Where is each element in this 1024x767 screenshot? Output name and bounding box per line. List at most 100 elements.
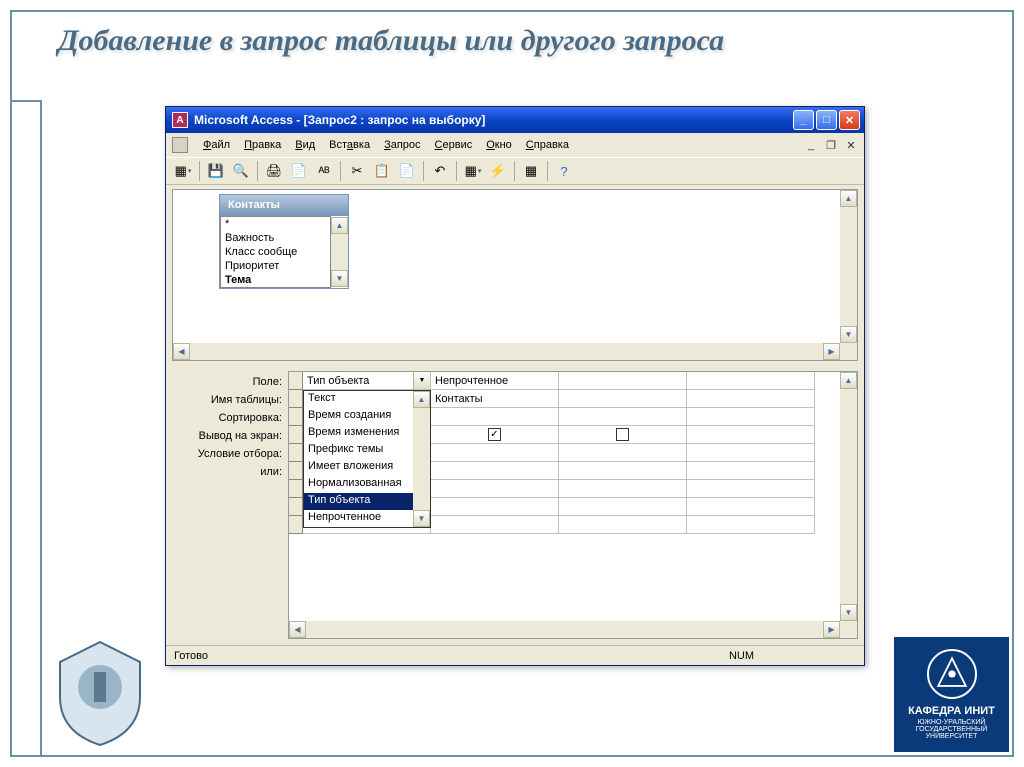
qbe-cell[interactable] [559,498,687,516]
menu-file[interactable]: Файл [196,137,237,153]
table-box-scrollbar[interactable]: ▲ ▼ [331,217,348,287]
save-button[interactable]: 💾 [205,160,227,182]
maximize-button[interactable]: □ [816,110,837,130]
qbe-scrollbar-v[interactable]: ▲ ▼ [840,372,857,621]
tables-pane[interactable]: Контакты * Важность Класс сообще Приорит… [172,189,858,361]
qbe-or-cell[interactable] [559,462,687,480]
qbe-cell[interactable] [687,480,815,498]
preview-button[interactable]: 📄 [288,160,310,182]
scroll-left-icon[interactable]: ◀ [173,343,190,360]
field-dropdown[interactable]: ТекстВремя созданияВремя измененияПрефик… [303,390,431,528]
mdi-restore[interactable]: ❐ [824,139,838,152]
menu-view[interactable]: Вид [288,137,322,153]
table-field-list[interactable]: * Важность Класс сообще Приоритет Тема [220,216,331,288]
qbe-cell[interactable] [431,516,559,534]
qbe-rowhead[interactable] [289,498,303,516]
scroll-right-icon[interactable]: ▶ [823,621,840,638]
dropdown-item[interactable]: Тип объекта [304,493,413,510]
print-button[interactable]: 🖨 [263,160,285,182]
qbe-rowhead[interactable] [289,462,303,480]
qbe-table-cell[interactable] [687,390,815,408]
dropdown-item[interactable]: Время изменения [304,425,413,442]
mdi-close[interactable]: ✕ [844,139,858,152]
dropdown-item[interactable]: Префикс темы [304,442,413,459]
dropdown-item[interactable]: Имеет вложения [304,459,413,476]
qbe-show-cell[interactable] [687,426,815,444]
mdi-minimize[interactable]: _ [804,139,818,152]
qbe-show-cell[interactable]: ✓ [431,426,559,444]
close-button[interactable]: ✕ [839,110,860,130]
dropdown-button-icon[interactable]: ▼ [413,372,430,389]
qbe-table-cell[interactable] [559,390,687,408]
titlebar[interactable]: A Microsoft Access - [Запрос2 : запрос н… [166,107,864,133]
table-box-contacts[interactable]: Контакты * Важность Класс сообще Приорит… [219,194,349,289]
view-button[interactable]: ▦▾ [172,160,194,182]
scroll-up-icon[interactable]: ▲ [331,217,348,234]
menu-query[interactable]: Запрос [377,137,427,153]
table-field[interactable]: Важность [221,231,330,245]
scroll-up-icon[interactable]: ▲ [413,391,430,408]
qbe-criteria-cell[interactable] [687,444,815,462]
dropdown-item[interactable]: Нормализованная [304,476,413,493]
table-field[interactable]: Приоритет [221,259,330,273]
dropdown-scrollbar[interactable]: ▲ ▼ [413,391,430,527]
menu-tools[interactable]: Сервис [428,137,480,153]
qbe-rowhead[interactable] [289,480,303,498]
scroll-down-icon[interactable]: ▼ [413,510,430,527]
spell-button[interactable]: ᴬᴮ [313,160,335,182]
qbe-grid[interactable]: Тип объекта ▼ Непрочтенное Контакты [288,371,858,639]
undo-button[interactable]: ↶ [429,160,451,182]
qbe-rowhead[interactable] [289,372,303,390]
qbe-field-cell[interactable] [687,372,815,390]
table-field[interactable]: Класс сообще [221,245,330,259]
qbe-or-cell[interactable] [431,462,559,480]
qbe-cell[interactable] [431,498,559,516]
qbe-table-cell[interactable]: Контакты [431,390,559,408]
qbe-field-cell[interactable] [559,372,687,390]
qbe-cell[interactable] [431,480,559,498]
qbe-cell[interactable] [687,498,815,516]
qbe-show-cell[interactable] [559,426,687,444]
qbe-or-cell[interactable] [687,462,815,480]
scroll-up-icon[interactable]: ▲ [840,372,857,389]
qbe-field-cell-active[interactable]: Тип объекта ▼ [303,372,431,390]
dropdown-item[interactable]: Текст [304,391,413,408]
database-icon[interactable] [172,137,188,153]
querytype-button[interactable]: ▦▾ [462,160,484,182]
qbe-cell[interactable] [687,516,815,534]
qbe-cell[interactable] [559,480,687,498]
qbe-criteria-cell[interactable] [431,444,559,462]
menu-help[interactable]: Справка [519,137,576,153]
scroll-left-icon[interactable]: ◀ [289,621,306,638]
pane-scrollbar-h[interactable]: ◀ ▶ [173,343,840,360]
table-field[interactable]: Тема [221,273,330,287]
menu-edit[interactable]: Правка [237,137,288,153]
table-field[interactable]: * [221,217,330,231]
menu-window[interactable]: Окно [479,137,519,153]
menu-insert[interactable]: Вставка [322,137,377,153]
showtable-button[interactable]: ▦ [520,160,542,182]
qbe-sort-cell[interactable] [687,408,815,426]
qbe-rowhead[interactable] [289,426,303,444]
copy-button[interactable]: 📋 [371,160,393,182]
scroll-up-icon[interactable]: ▲ [840,190,857,207]
qbe-cell[interactable] [559,516,687,534]
cut-button[interactable]: ✂ [346,160,368,182]
minimize-button[interactable]: _ [793,110,814,130]
qbe-scrollbar-h[interactable]: ◀ ▶ [289,621,840,638]
scroll-down-icon[interactable]: ▼ [840,604,857,621]
qbe-rowhead[interactable] [289,390,303,408]
qbe-rowhead[interactable] [289,444,303,462]
qbe-criteria-cell[interactable] [559,444,687,462]
scroll-down-icon[interactable]: ▼ [331,270,348,287]
checkbox-unchecked-icon[interactable] [616,428,629,441]
search-button[interactable]: 🔍 [230,160,252,182]
run-button[interactable]: ⚡ [487,160,509,182]
pane-scrollbar-v[interactable]: ▲ ▼ [840,190,857,343]
checkbox-checked-icon[interactable]: ✓ [488,428,501,441]
qbe-field-cell[interactable]: Непрочтенное [431,372,559,390]
scroll-down-icon[interactable]: ▼ [840,326,857,343]
paste-button[interactable]: 📄 [396,160,418,182]
qbe-sort-cell[interactable] [431,408,559,426]
help-button[interactable]: ? [553,160,575,182]
